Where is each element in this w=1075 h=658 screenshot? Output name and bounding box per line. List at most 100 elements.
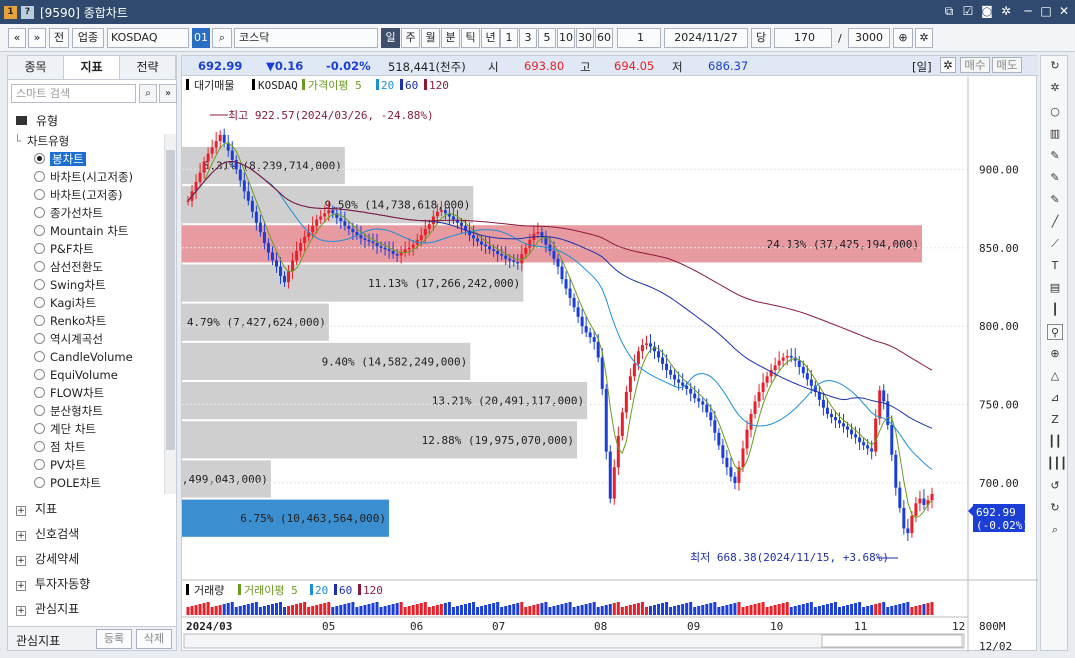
prev-button[interactable]: « bbox=[8, 28, 26, 48]
sell-button[interactable]: 매도 bbox=[992, 57, 1022, 73]
vertical-lines-icon[interactable]: ┃┃ bbox=[1047, 434, 1063, 450]
candle-icon[interactable]: ┃ bbox=[1047, 302, 1063, 318]
magnifier-icon[interactable]: ⚲ bbox=[1047, 324, 1063, 340]
left-tab-2[interactable]: 전략 bbox=[120, 56, 176, 79]
radio-icon[interactable] bbox=[34, 369, 45, 380]
radio-icon[interactable] bbox=[34, 333, 45, 344]
search-icon[interactable]: ⌕ bbox=[212, 28, 232, 48]
gear-icon[interactable]: ✲ bbox=[1047, 80, 1063, 96]
radio-icon[interactable] bbox=[34, 441, 45, 452]
radio-icon[interactable] bbox=[34, 387, 45, 398]
chart-type-item[interactable]: 봉차트 bbox=[14, 150, 162, 168]
radio-icon[interactable] bbox=[34, 459, 45, 470]
scrollbar-thumb[interactable] bbox=[821, 634, 963, 648]
undo-icon[interactable]: ↺ bbox=[1047, 478, 1063, 494]
period-1[interactable]: 주 bbox=[401, 28, 420, 48]
chart-type-item[interactable]: 바차트(시고저종) bbox=[14, 168, 162, 186]
section-1[interactable]: + 신호검색 bbox=[16, 525, 79, 542]
refresh-icon[interactable]: ↻ bbox=[1047, 58, 1063, 74]
market-select[interactable]: KOSDAQ bbox=[107, 28, 189, 48]
zoom-icon[interactable]: ⊕ bbox=[893, 28, 913, 48]
camera-icon[interactable]: ◙ bbox=[979, 3, 995, 19]
name-field[interactable]: 코스닥 bbox=[234, 28, 378, 48]
radio-icon[interactable] bbox=[34, 297, 45, 308]
gear-icon[interactable]: ✲ bbox=[915, 28, 933, 48]
radio-icon[interactable] bbox=[34, 351, 45, 362]
tree-scrollbar[interactable] bbox=[164, 134, 176, 494]
maximize-icon[interactable]: □ bbox=[1038, 3, 1054, 19]
left-tab-0[interactable]: 종목 bbox=[8, 56, 64, 79]
section-2[interactable]: + 강세약세 bbox=[16, 550, 79, 567]
gear-icon[interactable]: ✲ bbox=[940, 57, 956, 73]
chart-type-item[interactable]: 바차트(고저종) bbox=[14, 186, 162, 204]
radio-icon[interactable] bbox=[34, 279, 45, 290]
interval-1[interactable]: 3 bbox=[519, 28, 537, 48]
chart-type-item[interactable]: POLE차트 bbox=[14, 474, 162, 492]
settings-icon[interactable]: ✲ bbox=[998, 3, 1014, 19]
section-4[interactable]: + 관심지표 bbox=[16, 600, 79, 617]
chart-type-item[interactable]: 역시계곡선 bbox=[14, 330, 162, 348]
radio-icon[interactable] bbox=[34, 189, 45, 200]
search-icon[interactable]: ⌕ bbox=[139, 84, 157, 103]
chart-type-item[interactable]: 삼선전환도 bbox=[14, 258, 162, 276]
period-5[interactable]: 년 bbox=[481, 28, 500, 48]
candlestick-chart[interactable]: 5.31% (8,239,714,000)9.50% (14,738,618,0… bbox=[182, 77, 1038, 652]
chart-type-item[interactable]: 종가선차트 bbox=[14, 204, 162, 222]
help-icon[interactable]: ? bbox=[21, 5, 34, 19]
period-4[interactable]: 틱 bbox=[461, 28, 480, 48]
count-field[interactable]: 1 bbox=[617, 28, 661, 48]
expand-icon[interactable]: + bbox=[16, 531, 26, 541]
period-0[interactable]: 일 bbox=[381, 28, 400, 48]
chart-type-item[interactable]: 분산형차트 bbox=[14, 402, 162, 420]
register-button[interactable]: 등록 bbox=[96, 629, 132, 649]
expand-icon[interactable]: + bbox=[16, 606, 26, 616]
radio-icon[interactable] bbox=[34, 405, 45, 416]
chart-type-item[interactable]: FLOW차트 bbox=[14, 384, 162, 402]
pen-icon[interactable]: ✎ bbox=[1047, 170, 1063, 186]
search-icon[interactable]: ⌕ bbox=[1047, 522, 1063, 538]
interval-3[interactable]: 10 bbox=[557, 28, 575, 48]
buy-button[interactable]: 매수 bbox=[960, 57, 990, 73]
trend-icon[interactable]: △ bbox=[1047, 368, 1063, 384]
chart-type-item[interactable]: CandleVolume bbox=[14, 348, 162, 366]
pen-icon[interactable]: ✎ bbox=[1047, 148, 1063, 164]
expand-icon[interactable]: + bbox=[16, 556, 26, 566]
chart-type-item[interactable]: Kagi차트 bbox=[14, 294, 162, 312]
multi-lines-icon[interactable]: ┃┃┃ bbox=[1047, 456, 1067, 472]
zoom-icon[interactable]: ⊕ bbox=[1047, 346, 1063, 362]
unit-button[interactable]: 당 bbox=[751, 28, 771, 48]
chart-type-item[interactable]: 점 차트 bbox=[14, 438, 162, 456]
chart-type-item[interactable]: Mountain 차트 bbox=[14, 222, 162, 240]
interval-2[interactable]: 5 bbox=[538, 28, 556, 48]
redo-icon[interactable]: ↻ bbox=[1047, 500, 1063, 516]
expand-icon[interactable]: + bbox=[16, 506, 26, 516]
period-2[interactable]: 월 bbox=[421, 28, 440, 48]
chart-type-item[interactable]: P&F차트 bbox=[14, 240, 162, 258]
expand-icon[interactable]: » bbox=[159, 84, 177, 103]
pen-icon[interactable]: ✎ bbox=[1047, 192, 1063, 208]
chart-type-item[interactable]: PV차트 bbox=[14, 456, 162, 474]
all-icon[interactable]: ▤ bbox=[1047, 280, 1063, 296]
section-3[interactable]: + 투자자동향 bbox=[16, 575, 90, 592]
radio-icon[interactable] bbox=[34, 261, 45, 272]
left-tab-1[interactable]: 지표 bbox=[64, 56, 120, 79]
chart-type-item[interactable]: EquiVolume bbox=[14, 366, 162, 384]
bar-chart-icon[interactable]: ▥ bbox=[1047, 126, 1063, 142]
interval-0[interactable]: 1 bbox=[500, 28, 518, 48]
radio-icon[interactable] bbox=[34, 477, 45, 488]
next-button[interactable]: » bbox=[28, 28, 46, 48]
interval-4[interactable]: 30 bbox=[576, 28, 594, 48]
chart-type-item[interactable]: Renko차트 bbox=[14, 312, 162, 330]
chart-area[interactable]: 692.99 ▼0.16 -0.02% 518,441(천주) 시 693.80… bbox=[181, 55, 1038, 652]
sector-button[interactable]: 업종 bbox=[72, 28, 104, 48]
close-icon[interactable]: ✕ bbox=[1056, 3, 1072, 19]
code-button[interactable]: 01 bbox=[192, 28, 210, 48]
link-icon[interactable]: ⧉ bbox=[941, 3, 957, 19]
radio-icon[interactable] bbox=[34, 423, 45, 434]
front-button[interactable]: 전 bbox=[49, 28, 69, 48]
text-icon[interactable]: T bbox=[1047, 258, 1063, 274]
date-field[interactable]: 2024/11/27 bbox=[664, 28, 748, 48]
smart-search-input[interactable]: 스마트 검색 bbox=[11, 84, 136, 103]
radio-icon[interactable] bbox=[34, 243, 45, 254]
expand-icon[interactable]: + bbox=[16, 581, 26, 591]
